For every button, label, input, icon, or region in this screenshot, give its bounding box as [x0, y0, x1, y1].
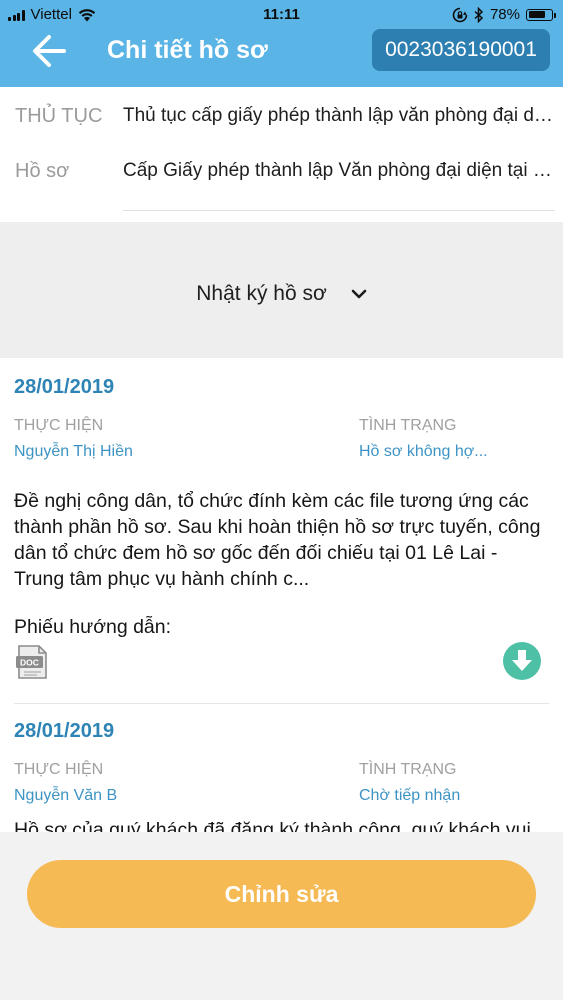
- procedure-label: THỦ TỤC: [15, 105, 103, 127]
- record-label: Hồ sơ: [15, 160, 70, 182]
- entry-date: 28/01/2019: [14, 376, 115, 398]
- procedure-value: Thủ tục cấp giấy phép thành lập văn phòn…: [123, 105, 553, 126]
- performer-label: THỰC HIỆN: [14, 761, 104, 778]
- app-header: Viettel 11:11 78% Chi tiết hồ sơ 0023036…: [0, 0, 563, 87]
- record-log-label: Nhật ký hồ sơ: [196, 282, 327, 305]
- orientation-lock-icon: [452, 7, 468, 22]
- status-label: TÌNH TRẠNG: [359, 761, 457, 778]
- edit-button[interactable]: Chỉnh sửa: [27, 860, 536, 928]
- entry-status: Chờ tiếp nhận: [359, 787, 461, 804]
- svg-text:DOC: DOC: [20, 658, 39, 668]
- entry-divider: [14, 703, 549, 704]
- doc-file-icon[interactable]: DOC: [15, 645, 49, 679]
- bottom-action-bar: Chỉnh sửa: [0, 832, 563, 1000]
- battery-percent: 78%: [489, 6, 520, 23]
- entry-status: Hồ sơ không hợ...: [359, 443, 488, 460]
- status-bar: Viettel 11:11 78%: [0, 0, 563, 30]
- back-button[interactable]: [30, 32, 70, 70]
- record-log-section: Nhật ký hồ sơ: [0, 222, 563, 358]
- performer-name: Nguyễn Thị Hiền: [14, 443, 133, 460]
- chevron-down-icon: [351, 289, 367, 299]
- status-label: TÌNH TRẠNG: [359, 417, 457, 434]
- bluetooth-icon: [474, 6, 484, 23]
- performer-name: Nguyễn Văn B: [14, 787, 118, 804]
- attachment-label: Phiếu hướng dẫn:: [14, 616, 172, 638]
- battery-level: [528, 11, 545, 18]
- entry-date: 28/01/2019: [14, 720, 115, 742]
- record-value: Cấp Giấy phép thành lập Văn phòng đại di…: [123, 160, 553, 181]
- arrow-left-icon: [33, 35, 66, 67]
- performer-label: THỰC HIỆN: [14, 417, 104, 434]
- entry-description: Hồ sơ của quý khách đã đăng ký thành côn…: [14, 819, 531, 832]
- record-log-toggle[interactable]: Nhật ký hồ sơ: [0, 274, 563, 314]
- battery-icon: [526, 8, 556, 21]
- download-button[interactable]: [502, 641, 542, 681]
- record-row: Hồ sơ Cấp Giấy phép thành lập Văn phòng …: [0, 152, 563, 192]
- info-divider: [123, 210, 555, 211]
- download-icon: [503, 642, 541, 680]
- record-code-badge: 0023036190001: [372, 29, 550, 71]
- page-title: Chi tiết hồ sơ: [107, 36, 268, 64]
- procedure-row: THỦ TỤC Thủ tục cấp giấy phép thành lập …: [0, 97, 563, 137]
- entry-description: Đề nghị công dân, tổ chức đính kèm các f…: [14, 490, 541, 590]
